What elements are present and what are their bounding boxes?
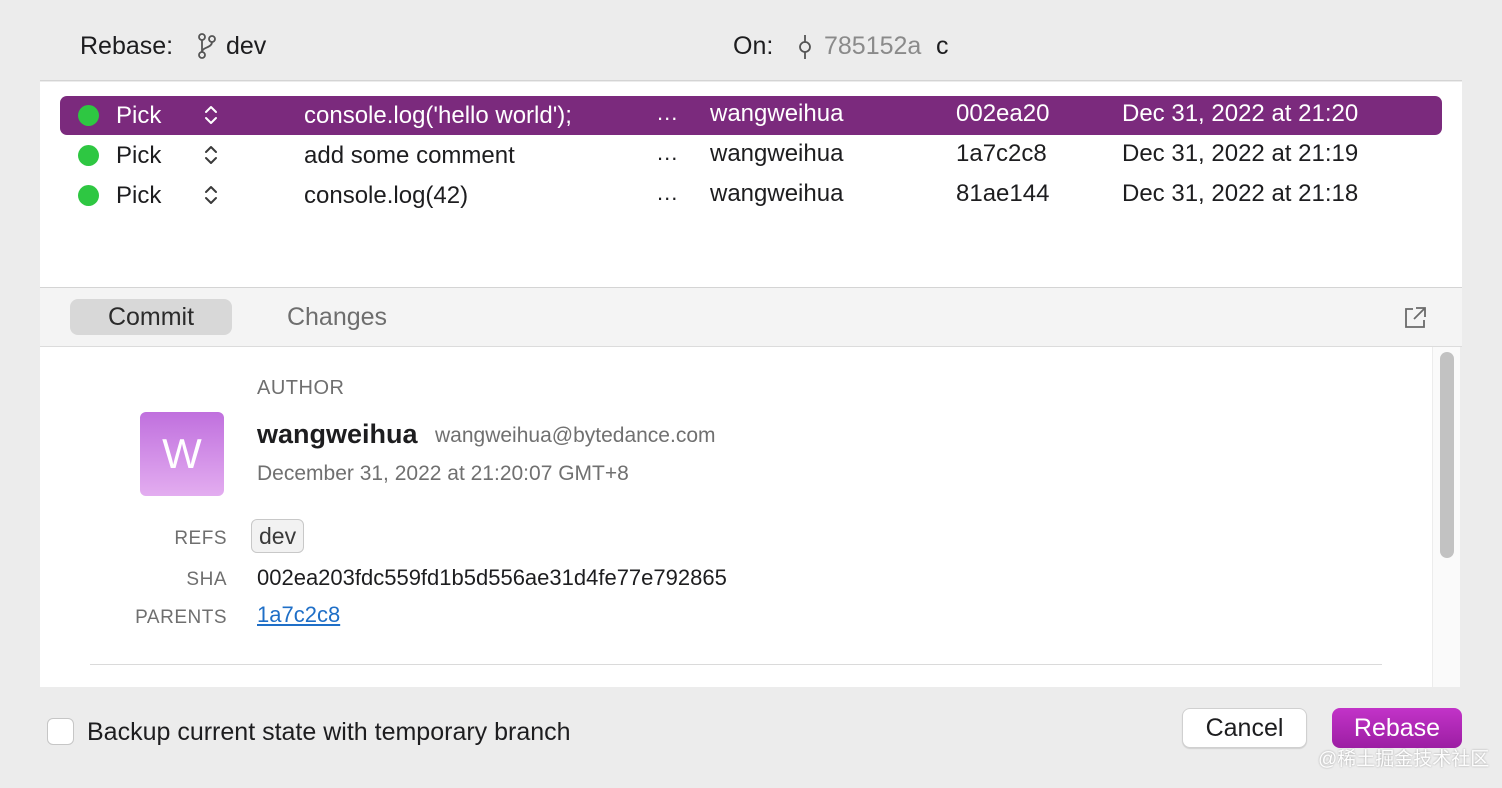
sha-value: 002ea203fdc559fd1b5d556ae31d4fe77e792865 (257, 565, 727, 590)
action-stepper-icon[interactable] (202, 182, 220, 208)
rebase-label: Rebase: (80, 32, 174, 60)
commit-row[interactable]: Pick console.log('hello world'); ... wan… (60, 96, 1442, 135)
commit-action: Pick (116, 102, 162, 129)
commit-author: wangweihua (710, 180, 844, 207)
commit-author: wangweihua (710, 100, 844, 127)
base-commit-hash: 785152a (824, 32, 922, 60)
base-commit-suffix: c (936, 32, 949, 60)
ref-badge[interactable]: dev (251, 519, 305, 553)
status-dot-icon (78, 185, 99, 206)
open-external-icon[interactable] (1402, 305, 1428, 331)
commit-icon (799, 35, 811, 59)
detail-tabs: Commit Changes (40, 288, 1462, 346)
cancel-button[interactable]: Cancel (1182, 708, 1307, 748)
action-stepper-icon[interactable] (202, 142, 220, 168)
tab-changes[interactable]: Changes (252, 299, 422, 335)
backup-checkbox[interactable] (47, 718, 74, 745)
detail-divider (90, 664, 1382, 665)
backup-checkbox-label[interactable]: Backup current state with temporary bran… (87, 718, 571, 747)
parents-label: PARENTS (135, 607, 227, 628)
scrollbar-thumb[interactable] (1440, 352, 1454, 558)
rebase-header: Rebase: dev On: 785152a c (0, 0, 1502, 80)
commit-action: Pick (116, 182, 162, 209)
commit-hash: 1a7c2c8 (956, 140, 1047, 167)
status-dot-icon (78, 105, 99, 126)
commit-hash: 81ae144 (956, 180, 1050, 207)
commit-date: Dec 31, 2022 at 21:19 (1122, 140, 1359, 167)
commit-date: Dec 31, 2022 at 21:20 (1122, 100, 1359, 127)
parent-commit-link[interactable]: 1a7c2c8 (257, 602, 340, 628)
commit-list: Pick console.log('hello world'); ... wan… (40, 82, 1462, 287)
commit-author: wangweihua (710, 140, 844, 167)
commit-hash: 002ea20 (956, 100, 1050, 127)
commit-row[interactable]: Pick add some comment ... wangweihua 1a7… (60, 136, 1442, 175)
header-divider (40, 80, 1462, 81)
commit-action: Pick (116, 142, 162, 169)
commit-row[interactable]: Pick console.log(42) ... wangweihua 81ae… (60, 176, 1442, 215)
commit-message: console.log(42) (304, 182, 469, 209)
more-button[interactable]: ... (657, 140, 678, 166)
action-stepper-icon[interactable] (202, 102, 220, 128)
watermark: @稀土掘金技术社区 (1318, 749, 1490, 770)
commit-detail-panel: AUTHOR W wangweihua wangweihua@bytedance… (40, 347, 1460, 687)
refs-label: REFS (174, 528, 227, 549)
author-email: wangweihua@bytedance.com (435, 424, 716, 447)
commit-message: add some comment (304, 142, 515, 169)
more-button[interactable]: ... (657, 100, 678, 126)
author-date: December 31, 2022 at 21:20:07 GMT+8 (257, 462, 629, 485)
commit-message: console.log('hello world'); (304, 102, 572, 129)
author-heading: AUTHOR (257, 377, 345, 399)
on-label: On: (733, 32, 774, 60)
rebase-dialog: Rebase: dev On: 785152a c Pick console.l… (0, 0, 1502, 788)
rebase-button[interactable]: Rebase (1332, 708, 1462, 748)
branch-icon (198, 33, 216, 59)
author-name: wangweihua (257, 419, 418, 449)
more-button[interactable]: ... (657, 180, 678, 206)
target-branch: dev (226, 32, 267, 60)
commit-date: Dec 31, 2022 at 21:18 (1122, 180, 1359, 207)
avatar: W (140, 412, 224, 496)
tab-commit[interactable]: Commit (70, 299, 232, 335)
status-dot-icon (78, 145, 99, 166)
sha-label: SHA (186, 569, 227, 590)
